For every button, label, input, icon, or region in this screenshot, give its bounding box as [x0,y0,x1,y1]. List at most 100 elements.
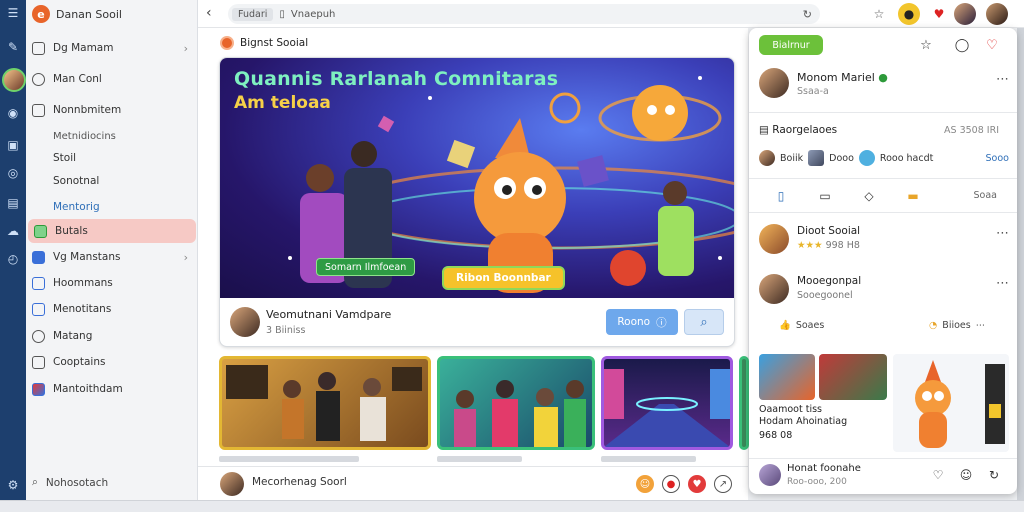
scrollbar-track[interactable] [1017,28,1024,500]
account-avatar[interactable] [986,3,1008,25]
comment-icon[interactable]: ● [662,475,680,493]
star-icon[interactable]: ☆ [868,3,890,25]
url-text[interactable]: Vnaepuh [291,9,335,20]
notification-icon[interactable]: ♥ [928,3,950,25]
reaction-icon[interactable]: ☺ [636,475,654,493]
share-button[interactable]: ◔ Biioes ⋯ [929,320,985,331]
tab-more[interactable]: Soaa [974,190,998,201]
sidebar-item-active[interactable]: Butals [28,219,196,243]
compass-icon[interactable]: ◎ [4,164,22,182]
star-icon[interactable]: ☆ [917,36,935,54]
sidebar-item-label: Butals [55,225,88,237]
folder-icon[interactable]: ▬ [905,188,921,204]
thumbnail-1[interactable] [219,356,431,450]
author-avatar[interactable] [230,307,260,337]
contact-label[interactable]: Boiik [780,153,803,164]
hero-cta-button[interactable]: Ribon Boonnbar [442,266,565,290]
profile-avatar[interactable] [759,68,789,98]
extension-icon[interactable]: ● [898,3,920,25]
person-icon[interactable]: ◉ [4,104,22,122]
sidebar-item-3[interactable]: Nonnbmitem [26,98,194,122]
bookmark-icon[interactable]: ▣ [4,136,22,154]
search-button[interactable]: ⌕ [684,309,724,335]
contact-thumb[interactable] [808,150,825,166]
heart-icon[interactable]: ♥ [688,475,706,493]
emoji-icon[interactable]: ☺ [957,466,975,484]
hero-badge[interactable]: Somarn Ilmfoean [316,258,416,276]
list-item[interactable]: Dioot Sooial ★★★ 998 H8 ⋯ [759,224,1009,260]
sidebar-item-12[interactable]: Matang [26,324,194,348]
sidebar-item-10[interactable]: Hoommans [26,271,194,295]
layers-icon[interactable]: ▤ [4,194,22,212]
cloud-icon[interactable]: ☁ [4,222,22,240]
more-icon[interactable]: ⋯ [996,226,1009,241]
thumbnail-3[interactable] [601,356,733,450]
profile-avatar[interactable] [954,3,976,25]
wrench-icon[interactable]: ✎ [4,38,22,56]
user-avatar[interactable] [759,274,789,304]
settings-icon[interactable]: ⚙ [4,476,22,494]
sidebar-item-4[interactable]: Metnidiocins [26,124,194,148]
more-icon[interactable]: ⋯ [976,320,986,331]
bottom-bar-label[interactable]: Mecorhenag Soorl [252,476,347,488]
menu-icon[interactable]: ☰ [4,4,22,22]
hero-card[interactable]: Quannis Rarlanah Comnitaras Am teloaa So… [219,57,735,347]
clock-icon[interactable]: ◴ [4,250,22,268]
author-name[interactable]: Veomutnani Vamdpare [266,308,391,321]
sidebar-item-9[interactable]: Vg Manstans › [26,245,194,269]
panel-pill-button[interactable]: Bialrnur [759,35,823,55]
media-caption-line2: Hodam Ahoinatiag [759,416,848,427]
panel-profile[interactable]: Monom Mariel ● Ssaa-a ⋯ [759,68,1009,104]
alert-icon[interactable]: ♡ [983,36,1001,54]
sidebar-item-7[interactable]: Mentorig [26,195,194,219]
group-icon[interactable] [858,150,875,166]
user-avatar[interactable] [759,224,789,254]
sidebar-item-1[interactable]: Dg Mamam › [26,36,194,60]
sidebar-item-5[interactable]: Stoil [26,146,194,170]
page-header: Bignst Sooial [220,36,308,50]
contact-count[interactable]: Sooo [986,153,1009,164]
contact-label[interactable]: Rooo hacdt [880,153,933,164]
sidebar-item-2[interactable]: Man Conl [26,67,194,91]
follow-button[interactable]: Roono ⓘ [606,309,678,335]
book-icon[interactable]: ▭ [817,188,833,204]
thumbnail-4[interactable] [739,356,749,450]
media-thumb[interactable] [819,354,887,400]
more-icon[interactable]: ⋯ [996,72,1009,87]
hero-banner[interactable]: Quannis Rarlanah Comnitaras Am teloaa So… [220,58,734,298]
list-item[interactable]: Mooegonpal Sooegoonel ⋯ [759,274,1009,310]
footer-avatar[interactable] [759,464,781,486]
back-icon[interactable]: ‹ [206,5,212,21]
brand[interactable]: e Danan Sooil [32,4,122,24]
sidebar-item-6[interactable]: Sonotnal [26,169,194,193]
sidebar-item-label: Mantoithdam [53,383,123,395]
thumbnail-caption-bar [601,456,696,462]
like-button[interactable]: 👍 Soaes [779,320,824,331]
heart-icon[interactable]: ♡ [929,466,947,484]
thumbnail-2[interactable] [437,356,595,450]
rating-stars: ★★★ [797,240,823,251]
reload-icon[interactable]: ↻ [803,8,812,21]
browser-tab[interactable]: Fudari [232,7,274,21]
share-icon: ◔ [929,320,938,331]
chat-icon[interactable]: ◯ [953,36,971,54]
divider [749,112,1017,113]
sidebar-item-label: Matang [53,330,93,342]
contact-label[interactable]: Dooo [829,153,854,164]
sidebar-footer[interactable]: ⌕ Nohosotach [32,476,108,489]
media-feature[interactable] [893,354,1009,452]
media-thumb[interactable] [759,354,815,400]
phone-icon[interactable]: ▯ [773,188,789,204]
address-bar[interactable]: Fudari ▯ Vnaepuh ↻ [228,4,820,24]
sidebar-item-14[interactable]: Mantoithdam [26,377,194,401]
sidebar-item-13[interactable]: Cooptains [26,350,194,374]
footer-name[interactable]: Honat foonahe [787,463,861,474]
tag-icon[interactable]: ◇ [861,188,877,204]
more-icon[interactable]: ⋯ [996,276,1009,291]
user-avatar[interactable] [2,68,26,92]
contact-avatar[interactable] [759,150,775,166]
share-icon[interactable]: ↗ [714,475,732,493]
refresh-icon[interactable]: ↻ [985,466,1003,484]
sidebar-item-11[interactable]: Menotitans [26,297,194,321]
bottom-avatar[interactable] [220,472,244,496]
